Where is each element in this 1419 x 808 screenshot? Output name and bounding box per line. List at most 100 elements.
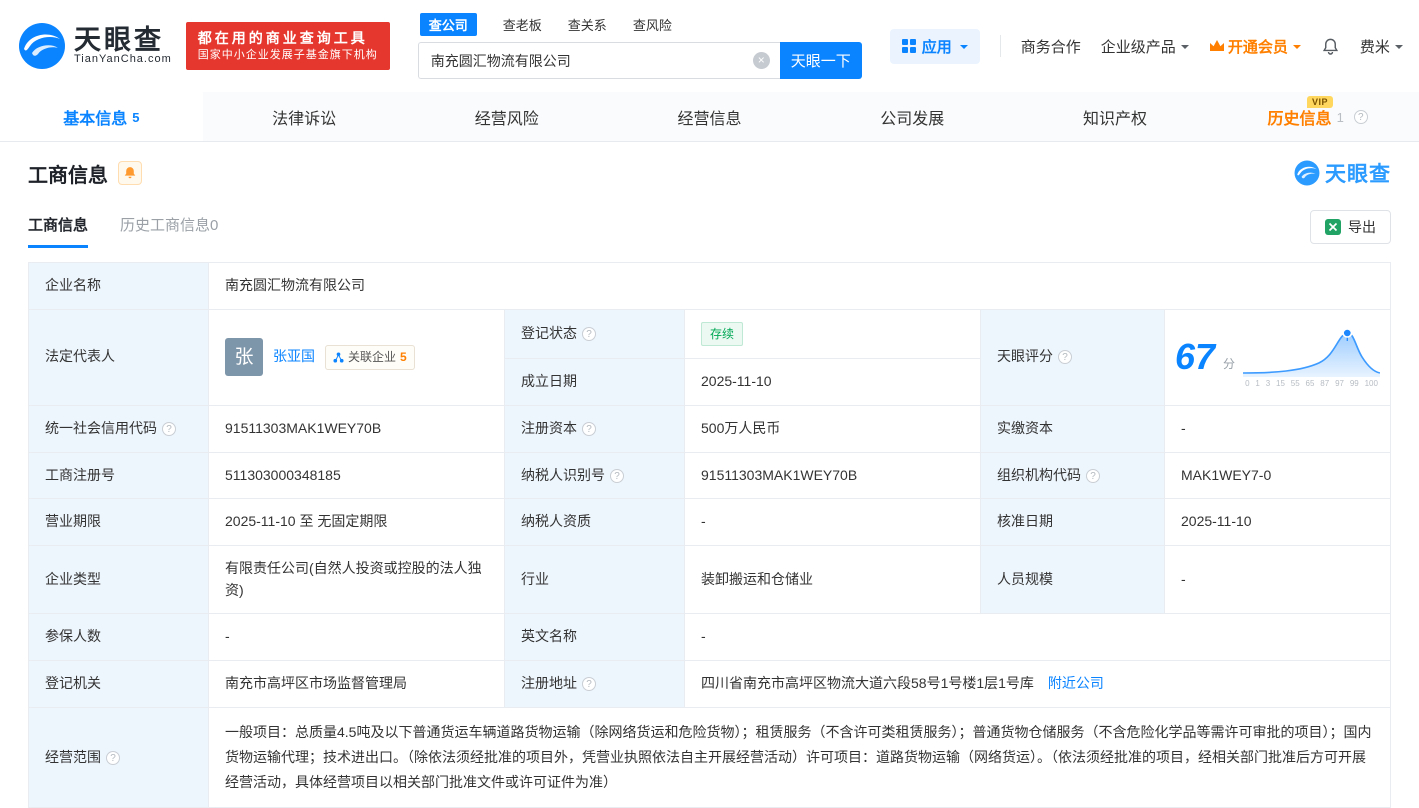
- paid-capital-value: -: [1164, 404, 1391, 453]
- tab-legal-litigation[interactable]: 法律诉讼: [203, 92, 406, 141]
- watermark-brand-text: 天眼查: [1325, 163, 1391, 186]
- help-icon[interactable]: [1353, 109, 1368, 124]
- axis-tick: 15: [1276, 378, 1285, 388]
- brand-slogan: 都在用的商业查询工具 国家中小企业发展子基金旗下机构: [185, 21, 390, 71]
- legal-rep-link[interactable]: 张亚国: [273, 346, 315, 368]
- label-text: 经营范围: [45, 748, 101, 765]
- username-label: 费米: [1359, 38, 1390, 56]
- industry-value: 装卸搬运和仓储业: [684, 545, 981, 615]
- label-text: 人员规模: [997, 570, 1053, 587]
- staff-size-value: -: [1164, 545, 1391, 615]
- search-tab-boss[interactable]: 查老板: [503, 15, 542, 34]
- field-label-approval-date: 核准日期: [980, 498, 1165, 547]
- search-tab-relation[interactable]: 查关系: [568, 15, 607, 34]
- help-icon[interactable]: [1086, 468, 1100, 483]
- apps-menu[interactable]: 应用: [889, 28, 980, 64]
- label-text: 营业期限: [45, 513, 101, 530]
- search-button[interactable]: 天眼一下: [779, 42, 862, 79]
- axis-tick: 99: [1349, 378, 1359, 388]
- watermark-logo: 天眼查: [1294, 158, 1391, 188]
- search-tabs: 查公司 查老板 查关系 查风险: [418, 13, 862, 36]
- score-cell: 67 分 0 1 3 15 55 65 87 97 99 100: [1164, 308, 1391, 406]
- tab-operation-info[interactable]: 经营信息: [608, 92, 811, 141]
- tab-operation-risk[interactable]: 经营风险: [405, 92, 608, 141]
- table-row: 营业期限 2025-11-10 至 无固定期限 纳税人资质 - 核准日期 202…: [28, 498, 1391, 547]
- reg-number-value: 511303000348185: [208, 451, 505, 500]
- label-text: 注册地址: [521, 675, 577, 692]
- help-icon[interactable]: [1058, 350, 1072, 365]
- nearby-companies-link[interactable]: 附近公司: [1048, 675, 1104, 691]
- monitor-bell-button[interactable]: [118, 161, 142, 185]
- label-text: 纳税人资质: [521, 513, 591, 530]
- field-label-company-name: 企业名称: [28, 262, 209, 310]
- export-button[interactable]: 导出: [1310, 210, 1391, 244]
- field-label-reg-status: 登记状态: [504, 308, 685, 360]
- field-label-establish-date: 成立日期: [504, 358, 685, 406]
- label-text: 注册资本: [521, 419, 577, 436]
- field-label-business-term: 营业期限: [28, 498, 209, 547]
- tab-intellectual-property[interactable]: 知识产权: [1014, 92, 1217, 141]
- field-label-company-type: 企业类型: [28, 545, 209, 615]
- label-text: 行业: [521, 570, 549, 587]
- tab-label: 公司发展: [880, 110, 945, 128]
- nav-enterprise-products[interactable]: 企业级产品: [1101, 36, 1189, 57]
- label-text: 实缴资本: [997, 419, 1053, 436]
- tab-company-development[interactable]: 公司发展: [811, 92, 1014, 141]
- help-icon[interactable]: [162, 421, 176, 436]
- field-label-english-name: 英文名称: [504, 613, 685, 662]
- subtab-business-info[interactable]: 工商信息: [28, 214, 89, 248]
- search-tab-risk[interactable]: 查风险: [633, 15, 672, 34]
- help-icon[interactable]: [582, 677, 596, 692]
- nav-user[interactable]: 费米: [1360, 36, 1403, 57]
- field-label-reg-number: 工商注册号: [28, 451, 209, 500]
- nav-business-coop[interactable]: 商务合作: [1021, 36, 1081, 57]
- main-content: 工商信息 天眼查 工商信息 历史工商信息0 导出 企业名称 南充圆汇物流有限公司…: [0, 142, 1419, 808]
- search-tab-company[interactable]: 查公司: [419, 13, 477, 36]
- help-icon[interactable]: [582, 327, 596, 342]
- field-label-score: 天眼评分: [980, 308, 1165, 406]
- table-row: 工商注册号 511303000348185 纳税人识别号 91511303MAK…: [28, 451, 1391, 500]
- search-input[interactable]: [417, 42, 780, 79]
- help-icon[interactable]: [582, 421, 596, 436]
- score-value: 67: [1175, 336, 1216, 378]
- tab-basic-info[interactable]: 基本信息 5: [0, 92, 203, 141]
- tab-label: 知识产权: [1082, 110, 1147, 128]
- notifications-bell[interactable]: [1321, 37, 1340, 56]
- credit-code-value: 91511303MAK1WEY70B: [208, 404, 505, 453]
- nav-open-vip[interactable]: 开通会员: [1209, 36, 1301, 57]
- chevron-down-icon: [1292, 44, 1301, 53]
- legal-rep-avatar[interactable]: 张: [225, 338, 263, 377]
- tab-count: 5: [132, 110, 140, 125]
- related-companies-label: 关联企业: [348, 350, 397, 365]
- reg-status-cell: 存续: [684, 308, 981, 360]
- tab-label: 历史信息: [1267, 110, 1332, 128]
- axis-tick: 100: [1364, 378, 1378, 388]
- english-name-value: -: [684, 613, 1391, 662]
- table-row: 法定代表人 张 张亚国 关联企业 5 登记状态 存续 天: [28, 308, 1391, 406]
- label-text: 组织机构代码: [997, 466, 1081, 483]
- help-icon[interactable]: [610, 468, 624, 483]
- field-label-business-scope: 经营范围: [28, 706, 209, 808]
- clear-search-icon[interactable]: [752, 52, 770, 69]
- tab-history-info[interactable]: VIP 历史信息 1: [1216, 92, 1419, 141]
- label-text: 成立日期: [521, 373, 577, 390]
- subtab-history-business-info[interactable]: 历史工商信息0: [120, 214, 218, 248]
- label-text: 企业名称: [45, 277, 101, 293]
- reg-capital-value: 500万人民币: [684, 404, 981, 453]
- table-row: 登记机关 南充市高坪区市场监督管理局 注册地址 四川省南充市高坪区物流大道六段5…: [28, 660, 1391, 708]
- taxpayer-id-value: 91511303MAK1WEY70B: [684, 451, 981, 500]
- status-badge: 存续: [701, 321, 744, 347]
- field-label-legal-rep: 法定代表人: [28, 308, 209, 406]
- axis-tick: 97: [1335, 378, 1344, 388]
- network-icon: [333, 352, 344, 363]
- enterprise-products-label: 企业级产品: [1100, 38, 1176, 56]
- business-term-value: 2025-11-10 至 无固定期限: [208, 498, 505, 547]
- related-companies-tag[interactable]: 关联企业 5: [325, 345, 415, 370]
- help-icon[interactable]: [106, 750, 120, 765]
- field-label-taxpayer-quality: 纳税人资质: [504, 498, 685, 547]
- tab-label: 基本信息: [63, 110, 128, 128]
- registry-value: 南充市高坪区市场监督管理局: [208, 660, 505, 708]
- tianyancha-logo[interactable]: 天眼查 TianYanCha.com: [18, 22, 172, 70]
- slogan-line-2: 国家中小企业发展子基金旗下机构: [197, 49, 378, 62]
- field-label-insured-count: 参保人数: [28, 613, 209, 662]
